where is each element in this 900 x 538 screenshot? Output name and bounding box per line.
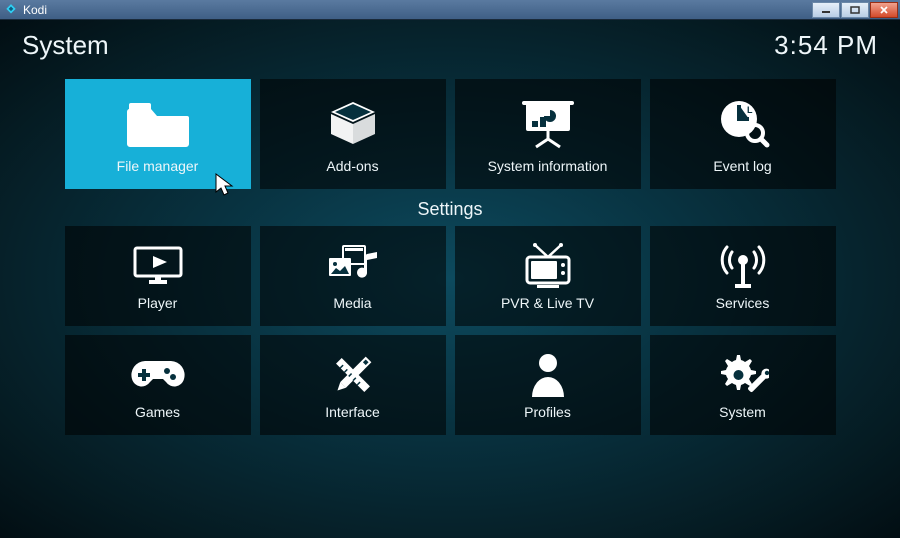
gamepad-icon <box>129 350 187 400</box>
tile-games[interactable]: Games <box>65 335 251 435</box>
tile-services[interactable]: Services <box>650 226 836 326</box>
media-collection-icon <box>323 241 383 291</box>
tile-label: System <box>719 404 766 420</box>
window-titlebar: Kodi <box>0 0 900 20</box>
tile-label: File manager <box>117 158 199 174</box>
clock: 3:54 PM <box>774 30 878 61</box>
tile-label: Interface <box>325 404 379 420</box>
tile-label: Add-ons <box>326 158 378 174</box>
tile-system[interactable]: System <box>650 335 836 435</box>
tile-label: Games <box>135 404 180 420</box>
tile-interface[interactable]: Interface <box>260 335 446 435</box>
folder-icon <box>125 94 191 152</box>
tile-profiles[interactable]: Profiles <box>455 335 641 435</box>
system-tiles: File manager Add-ons <box>0 79 900 189</box>
broadcast-icon <box>718 241 768 291</box>
tile-file-manager[interactable]: File manager <box>65 79 251 189</box>
tile-player[interactable]: Player <box>65 226 251 326</box>
tile-media[interactable]: Media <box>260 226 446 326</box>
tile-label: Event log <box>713 158 771 174</box>
monitor-play-icon <box>131 241 185 291</box>
svg-text:L: L <box>747 105 753 115</box>
tv-antenna-icon <box>521 241 575 291</box>
app-surface: System 3:54 PM File manager <box>0 20 900 538</box>
settings-tiles: Player Media <box>0 226 900 435</box>
app-icon <box>4 3 18 17</box>
presentation-icon <box>520 94 576 152</box>
tile-label: PVR & Live TV <box>501 295 594 311</box>
gear-wrench-icon <box>717 350 769 400</box>
tile-pvr-live-tv[interactable]: PVR & Live TV <box>455 226 641 326</box>
tile-label: Player <box>138 295 178 311</box>
page-title: System <box>22 30 109 61</box>
tile-label: System information <box>488 158 608 174</box>
tile-event-log[interactable]: L Event log <box>650 79 836 189</box>
window-controls <box>812 2 898 18</box>
close-button[interactable] <box>870 2 898 18</box>
settings-heading: Settings <box>0 199 900 220</box>
minimize-button[interactable] <box>812 2 840 18</box>
tile-add-ons[interactable]: Add-ons <box>260 79 446 189</box>
box-open-icon <box>325 94 381 152</box>
person-icon <box>528 350 568 400</box>
tile-system-information[interactable]: System information <box>455 79 641 189</box>
tile-label: Media <box>333 295 371 311</box>
tile-label: Services <box>716 295 770 311</box>
window-title: Kodi <box>23 3 47 17</box>
tile-label: Profiles <box>524 404 571 420</box>
maximize-button[interactable] <box>841 2 869 18</box>
pencil-ruler-icon <box>329 350 377 400</box>
clock-search-icon: L <box>715 94 771 152</box>
